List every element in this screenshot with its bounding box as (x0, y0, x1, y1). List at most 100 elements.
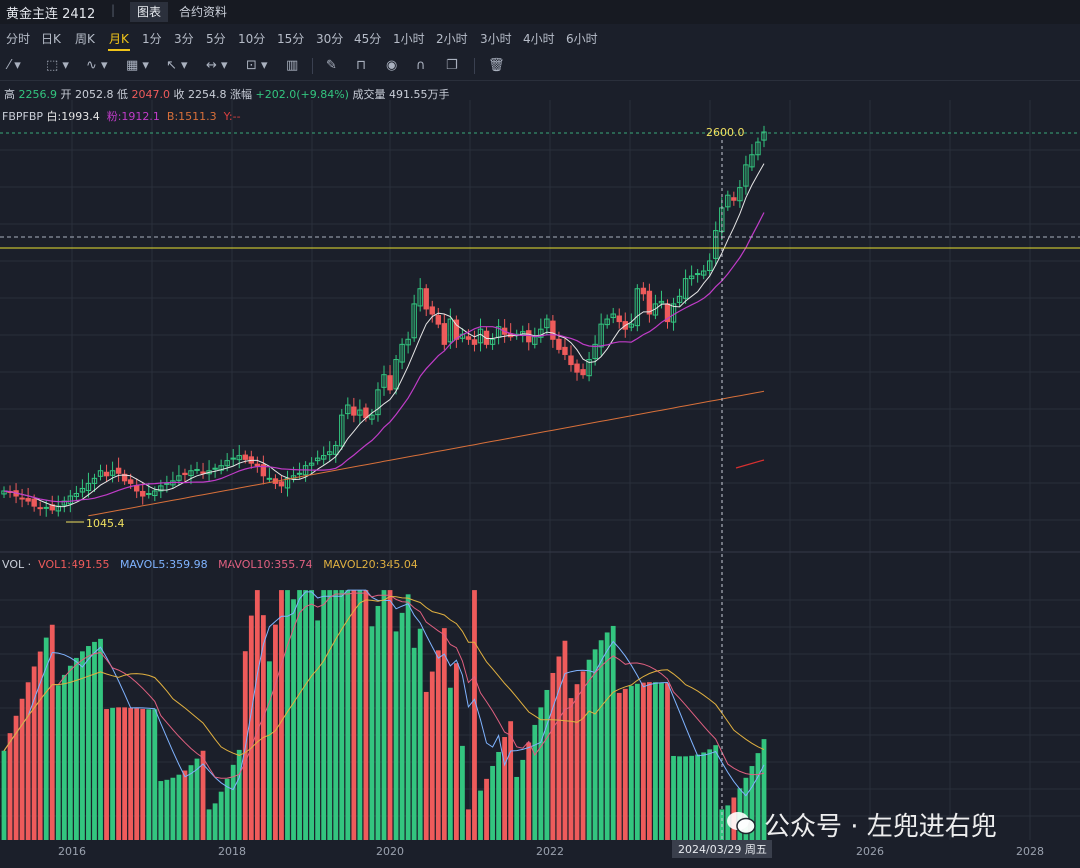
volume-bar (429, 671, 435, 840)
volume-bar (333, 590, 339, 840)
volume-bar (640, 682, 646, 840)
volume-bar (188, 765, 194, 840)
volume-bar (206, 809, 212, 840)
candle-body (562, 346, 568, 355)
candle-body (387, 375, 393, 391)
volume-bar (351, 590, 357, 840)
volume-bar (466, 809, 471, 840)
volume-bar (707, 749, 713, 840)
candle-body (266, 477, 273, 480)
volume-bar (279, 590, 284, 840)
volume-bar (568, 698, 574, 840)
candle-body (200, 471, 206, 474)
volume-bar (182, 770, 188, 840)
volume-bar (345, 590, 351, 840)
volume-bar (550, 672, 556, 840)
volume-bar (55, 685, 61, 840)
volume-bar (67, 665, 73, 840)
volume-bar (683, 756, 688, 840)
volume-bar (435, 650, 441, 840)
volume-bar (447, 687, 453, 840)
volume-bar (411, 647, 417, 840)
volume-bar (604, 632, 610, 840)
candle-body (526, 330, 532, 343)
volume-bar (31, 666, 37, 840)
crosshair-date-label: 2024/03/29 周五 (678, 843, 767, 856)
candle-body (19, 497, 25, 500)
volume-bar (665, 683, 670, 840)
candle-body (471, 339, 478, 345)
volume-bar (104, 709, 109, 840)
candle-body (254, 463, 261, 467)
volume-bar (453, 663, 459, 840)
volume-bar (496, 751, 502, 840)
volume-bar (441, 628, 447, 840)
volume-bar (61, 674, 67, 840)
volume-bar (598, 640, 604, 840)
volume-bar (701, 752, 707, 840)
volume-bar (671, 755, 676, 840)
candle-body (616, 315, 622, 323)
candle-body (550, 320, 556, 340)
volume-bar (98, 638, 103, 840)
volume-bar (321, 590, 327, 840)
volume-bar (713, 745, 719, 840)
volume-bar (526, 742, 532, 840)
candle-body (164, 482, 170, 485)
candle-body (278, 481, 285, 487)
volume-bar (327, 590, 333, 840)
low-price-label: 1045.4 (86, 517, 125, 530)
volume-bar (363, 590, 369, 840)
volume-bar (13, 715, 19, 840)
candle-body (194, 468, 200, 471)
candle-body (429, 306, 435, 315)
x-axis-label: 2022 (536, 845, 564, 858)
volume-bar (616, 692, 622, 840)
candle-body (242, 454, 248, 460)
price-chart[interactable]: 2600.0 1045.4 20162018202020222024202620… (0, 0, 1080, 868)
volume-bar (7, 733, 13, 840)
volume-bar (25, 682, 31, 840)
x-axis-label: 2018 (218, 845, 246, 858)
wechat-icon (727, 812, 756, 835)
candle-body (230, 457, 236, 460)
volume-bar (297, 590, 302, 840)
volume-bar (472, 590, 477, 840)
volume-bar (580, 671, 586, 840)
volume-bar (399, 612, 405, 840)
volume-bar (146, 709, 152, 840)
volume-bar (357, 590, 363, 840)
volume-bar (266, 661, 272, 840)
volume-bar (544, 689, 550, 840)
moving-average-lines (3, 163, 765, 517)
x-axis-label: 2026 (856, 845, 884, 858)
candle-body (103, 471, 110, 477)
volume-bar (369, 626, 375, 840)
volume-bar (73, 657, 79, 840)
watermark-text: 公众号 · 左兜进右兜 (764, 812, 997, 842)
candle-body (731, 197, 737, 201)
candle-body (133, 485, 140, 492)
volume-bar (538, 707, 544, 840)
volume-bar (460, 745, 465, 840)
x-axis-label: 2020 (376, 845, 404, 858)
volume-bar (303, 590, 308, 840)
volume-bar (677, 756, 682, 840)
volume-bar (490, 765, 495, 840)
candle-body (43, 506, 49, 509)
volume-bar (170, 777, 176, 840)
candle-body (25, 498, 31, 502)
candlestick-series (1, 125, 767, 517)
candle-body (37, 507, 43, 510)
volume-bar (622, 688, 628, 840)
volume-bar (574, 684, 580, 840)
candle-body (127, 479, 134, 484)
ma-pink-line (3, 212, 765, 503)
candle-body (574, 363, 580, 373)
volume-bar (520, 759, 526, 840)
volume-bar (315, 620, 321, 840)
volume-bar (291, 599, 296, 840)
candle-body (182, 472, 188, 476)
x-axis-label: 2016 (58, 845, 86, 858)
candle-body (296, 472, 303, 475)
